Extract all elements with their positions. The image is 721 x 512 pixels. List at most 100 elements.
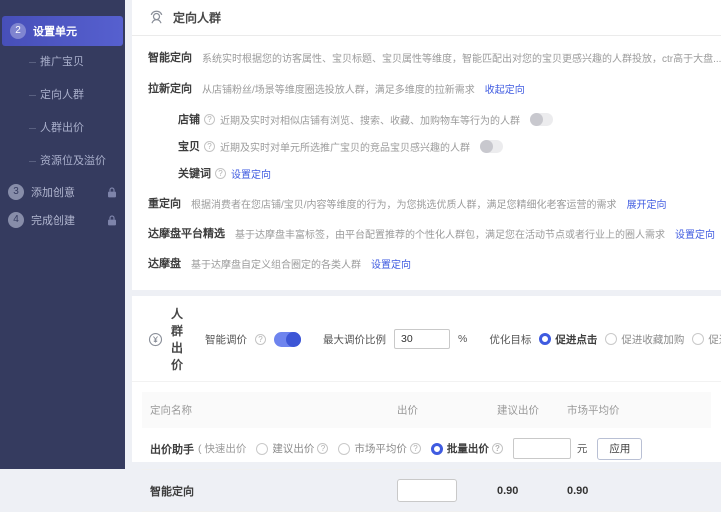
batch-bid-input[interactable] <box>513 438 571 459</box>
sidebar-step-plan[interactable]: 1 设置计划 <box>0 0 125 6</box>
col-header-bid: 出价 <box>397 403 418 418</box>
helper-option-market-avg[interactable]: 市场平均价 ? <box>338 441 421 456</box>
audience-icon <box>148 9 165 26</box>
helper-option-suggest-bid[interactable]: 建议出价 ? <box>256 441 328 456</box>
smart-pricing-toggle[interactable] <box>274 332 301 347</box>
help-icon[interactable]: ? <box>215 168 226 179</box>
dmp-platform-label: 达摩盘平台精选 <box>148 225 225 241</box>
bid-icon <box>148 332 163 347</box>
percent-sign: % <box>458 333 467 345</box>
help-icon[interactable]: ? <box>492 443 503 454</box>
new-customer-label: 拉新定向 <box>148 80 192 96</box>
item-desc: 近期及实时对单元所选推广宝贝的竞品宝贝感兴趣的人群 <box>220 139 470 154</box>
bid-helper-row: 出价助手 ( 快速出价 建议出价 ? 市场平均价 ? 批量出价 ? <box>142 428 711 470</box>
radio-checked-icon <box>431 443 443 455</box>
optimize-goal-label: 优化目标 <box>489 332 531 347</box>
step-number: 3 <box>8 184 24 200</box>
yuan-unit-label: 元 <box>577 441 588 456</box>
dmp-label: 达摩盘 <box>148 255 181 271</box>
radio-icon <box>692 333 704 345</box>
smart-targeting-row: 智能定向 系统实时根据您的访客属性、宝贝标题、宝贝属性等维度，智能匹配出对您的宝… <box>148 49 705 65</box>
goal-option-label: 促进点击 <box>555 332 597 347</box>
step-label: 添加创意 <box>31 184 75 200</box>
sidebar-item-promote-item[interactable]: 推广宝贝 <box>0 46 125 79</box>
item-label: 宝贝 <box>178 138 200 154</box>
goal-option-label: 促进成交 <box>708 332 721 347</box>
panel-title: 人群出价 <box>171 305 183 373</box>
helper-option-label: 市场平均价 <box>354 441 407 456</box>
shop-targeting-toggle[interactable] <box>530 113 553 126</box>
help-icon[interactable]: ? <box>410 443 421 454</box>
item-targeting-row: 宝贝 ? 近期及实时对单元所选推广宝贝的竞品宝贝感兴趣的人群 <box>148 138 705 154</box>
helper-option-batch-bid[interactable]: 批量出价 ? <box>431 441 503 456</box>
targeting-name: 智能定向 <box>150 483 194 499</box>
step-number: 2 <box>10 23 26 39</box>
retargeting-row: 重定向 根据消费者在您店铺/宝贝/内容等维度的行为，为您挑选优质人群，满足您精细… <box>148 195 705 211</box>
shop-label: 店铺 <box>178 111 200 127</box>
set-dmp-link[interactable]: 设置定向 <box>371 256 411 271</box>
panel-header: 定向人群 <box>132 0 721 36</box>
shop-desc: 近期及实时对相似店铺有浏览、搜索、收藏、加购物车等行为的人群 <box>220 112 520 127</box>
max-ratio-label: 最大调价比例 <box>323 332 386 347</box>
lock-icon <box>107 187 117 198</box>
panel-body: 智能定向 系统实时根据您的访客属性、宝贝标题、宝贝属性等维度，智能匹配出对您的宝… <box>132 36 721 271</box>
bid-helper-label: 出价助手 <box>150 441 194 457</box>
radio-icon <box>605 333 617 345</box>
help-icon[interactable]: ? <box>255 334 266 345</box>
step-label: 完成创建 <box>31 212 75 228</box>
smart-targeting-desc: 系统实时根据您的访客属性、宝贝标题、宝贝属性等维度，智能匹配出对您的宝贝更感兴趣… <box>202 50 721 65</box>
market-avg-value: 0.90 <box>567 485 588 497</box>
help-icon[interactable]: ? <box>204 114 215 125</box>
help-icon[interactable]: ? <box>204 141 215 152</box>
help-icon[interactable]: ? <box>317 443 328 454</box>
col-header-name: 定向名称 <box>150 403 192 418</box>
sidebar-item-placement-premium[interactable]: 资源位及溢价 <box>0 145 125 178</box>
dmp-desc: 基于达摩盘自定义组合圈定的各类人群 <box>191 256 361 271</box>
sidebar-step-creative[interactable]: 3 添加创意 <box>0 178 125 206</box>
step-sidebar: 1 设置计划 2 设置单元 推广宝贝 定向人群 人群出价 资源位及溢价 3 添加… <box>0 0 125 469</box>
smart-targeting-bid-row: 智能定向 0.90 0.90 <box>142 470 711 512</box>
radio-icon <box>338 443 350 455</box>
col-header-suggest: 建议出价 <box>497 403 539 418</box>
bid-table: 定向名称 出价 建议出价 市场平均价 出价助手 ( 快速出价 建议出价 ? 市场… <box>142 392 711 512</box>
expand-retargeting-link[interactable]: 展开定向 <box>627 196 667 211</box>
retargeting-label: 重定向 <box>148 195 181 211</box>
helper-option-label: 建议出价 <box>272 441 314 456</box>
set-keyword-targeting-link[interactable]: 设置定向 <box>231 166 271 181</box>
new-customer-desc: 从店铺粉丝/场景等维度圈选投放人群，满足多维度的拉新需求 <box>202 81 475 96</box>
goal-option-label: 促进收藏加购 <box>621 332 684 347</box>
goal-option-favorite-cart[interactable]: 促进收藏加购 <box>605 332 684 347</box>
collapse-targeting-link[interactable]: 收起定向 <box>485 81 525 96</box>
col-header-market: 市场平均价 <box>567 403 620 418</box>
shop-targeting-row: 店铺 ? 近期及实时对相似店铺有浏览、搜索、收藏、加购物车等行为的人群 <box>148 111 705 127</box>
apply-button[interactable]: 应用 <box>597 438 642 460</box>
sidebar-item-audience-bid[interactable]: 人群出价 <box>0 112 125 145</box>
audience-targeting-panel: 定向人群 智能定向 系统实时根据您的访客属性、宝贝标题、宝贝属性等维度，智能匹配… <box>132 0 721 290</box>
suggested-bid-value: 0.90 <box>497 485 518 497</box>
goal-option-click[interactable]: 促进点击 <box>539 332 597 347</box>
main-content: 定向人群 智能定向 系统实时根据您的访客属性、宝贝标题、宝贝属性等维度，智能匹配… <box>132 0 721 469</box>
radio-icon <box>256 443 268 455</box>
keyword-label: 关键词 <box>178 165 211 181</box>
goal-option-conversion[interactable]: 促进成交 <box>692 332 721 347</box>
smart-pricing-label: 智能调价 <box>205 332 247 347</box>
audience-bid-panel: 人群出价 智能调价 ? 最大调价比例 % 优化目标 促进点击 促进收藏加购 促进… <box>132 296 721 462</box>
step-number: 4 <box>8 212 24 228</box>
helper-option-label: 批量出价 <box>447 441 489 456</box>
item-targeting-toggle[interactable] <box>480 140 503 153</box>
new-customer-targeting-row: 拉新定向 从店铺粉丝/场景等维度圈选投放人群，满足多维度的拉新需求 收起定向 <box>148 80 705 96</box>
set-dmp-platform-link[interactable]: 设置定向 <box>675 226 715 241</box>
radio-checked-icon <box>539 333 551 345</box>
dmp-row: 达摩盘 基于达摩盘自定义组合圈定的各类人群 设置定向 <box>148 255 705 271</box>
bid-input[interactable] <box>397 479 457 502</box>
lock-icon <box>107 215 117 226</box>
step-sub-list: 推广宝贝 定向人群 人群出价 资源位及溢价 <box>0 46 125 178</box>
sidebar-step-complete[interactable]: 4 完成创建 <box>0 206 125 234</box>
sidebar-step-unit[interactable]: 2 设置单元 <box>2 16 123 46</box>
smart-targeting-label: 智能定向 <box>148 49 192 65</box>
dmp-platform-row: 达摩盘平台精选 基于达摩盘丰富标签，由平台配置推荐的个性化人群包，满足您在活动节… <box>148 225 705 241</box>
max-ratio-input[interactable] <box>394 329 450 349</box>
panel-title: 定向人群 <box>173 9 221 26</box>
bid-panel-header: 人群出价 智能调价 ? 最大调价比例 % 优化目标 促进点击 促进收藏加购 促进… <box>132 296 721 382</box>
sidebar-item-audience-targeting[interactable]: 定向人群 <box>0 79 125 112</box>
